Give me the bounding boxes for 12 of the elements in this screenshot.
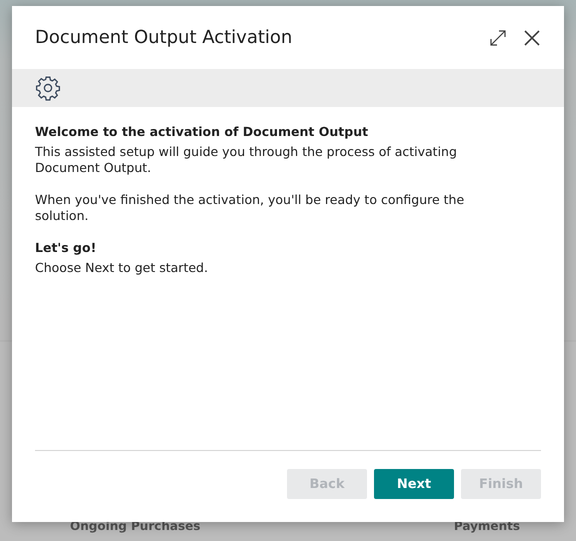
wizard-button[interactable]: Next: [374, 469, 454, 499]
section-heading: Welcome to the activation of Document Output: [35, 124, 370, 139]
close-icon[interactable]: [523, 28, 541, 46]
gear-icon: [35, 75, 61, 101]
section-heading: Let's go!: [35, 240, 98, 255]
paragraph: This assisted setup will guide you through the process of activating Document Output.: [35, 144, 458, 176]
section-label: Ongoing Purchases: [70, 519, 200, 535]
section-label: Payments: [454, 519, 520, 535]
dialog-title: Document Output Activation: [35, 27, 294, 48]
paragraph: When you've finished the activation, you'll be ready to configure the solution.: [35, 192, 466, 224]
instruction-text: Choose Next to get started.: [35, 260, 209, 275]
expand-icon[interactable]: [489, 28, 507, 46]
